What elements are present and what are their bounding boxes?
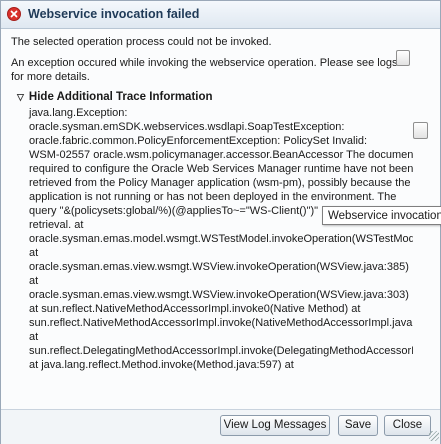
resize-grip-icon[interactable] <box>429 431 439 441</box>
trace-scrollbar-thumb[interactable] <box>413 122 428 139</box>
trace-line: oracle.fabric.common.PolicyEnforcementEx… <box>29 135 368 147</box>
error-detail-line-1: An exception occured while invoking the … <box>11 57 398 69</box>
triangle-down-icon: ▽ <box>17 92 24 102</box>
trace-text-area[interactable]: java.lang.Exception: oracle.sysman.emSDK.… <box>1 107 413 386</box>
trace-line: oracle.sysman.emSDK.webservices.wsdlapi.… <box>29 121 345 133</box>
trace-line: WSM-02557 oracle.wsm.policymanager.acces… <box>29 149 413 161</box>
hide-trace-toggle[interactable]: ▽ Hide Additional Trace Information <box>17 91 213 103</box>
webservice-error-dialog: Webservice invocation failed The selecte… <box>0 0 441 444</box>
trace-line: retrieved from the Policy Manager applic… <box>29 177 411 189</box>
error-detail-line-2: for more details. <box>11 71 90 83</box>
trace-line: sun.reflect.DelegatingMethodAccessorImpl… <box>29 345 413 357</box>
trace-line: required to configure the Oracle Web Ser… <box>29 163 413 175</box>
trace-line: at <box>29 275 39 287</box>
dialog-titlebar[interactable]: Webservice invocation failed <box>1 1 440 29</box>
close-button[interactable]: Close <box>384 415 431 436</box>
save-button[interactable]: Save <box>338 415 378 436</box>
trace-line: query "&(policysets:global/%)(@appliesTo… <box>29 205 319 217</box>
trace-line: at <box>29 331 39 343</box>
message-scrollbar-thumb[interactable] <box>396 50 410 66</box>
error-icon <box>7 7 21 21</box>
trace-line: sun.reflect.NativeMethodAccessorImpl.inv… <box>29 317 413 329</box>
hide-trace-label: Hide Additional Trace Information <box>28 91 213 103</box>
trace-line: at sun.reflect.NativeMethodAccessorImpl.… <box>29 303 361 315</box>
tooltip: Webservice invocation <box>322 206 441 225</box>
trace-line: application is not running or has not be… <box>29 191 397 203</box>
trace-line: at <box>29 247 39 259</box>
trace-line: oracle.sysman.emas.model.wsmgt.WSTestMod… <box>29 233 413 245</box>
dialog-title: Webservice invocation failed <box>28 7 200 21</box>
trace-line: retrieval. at <box>29 219 84 231</box>
trace-line: oracle.sysman.emas.view.wsmgt.WSView.inv… <box>29 261 409 273</box>
view-log-messages-button[interactable]: View Log Messages <box>220 415 330 436</box>
error-message: The selected operation process could not… <box>11 36 272 48</box>
trace-line: java.lang.Exception: <box>29 107 128 119</box>
trace-line: at java.lang.reflect.Method.invoke(Metho… <box>29 359 294 371</box>
trace-line: oracle.sysman.emas.view.wsmgt.WSView.inv… <box>29 289 409 301</box>
